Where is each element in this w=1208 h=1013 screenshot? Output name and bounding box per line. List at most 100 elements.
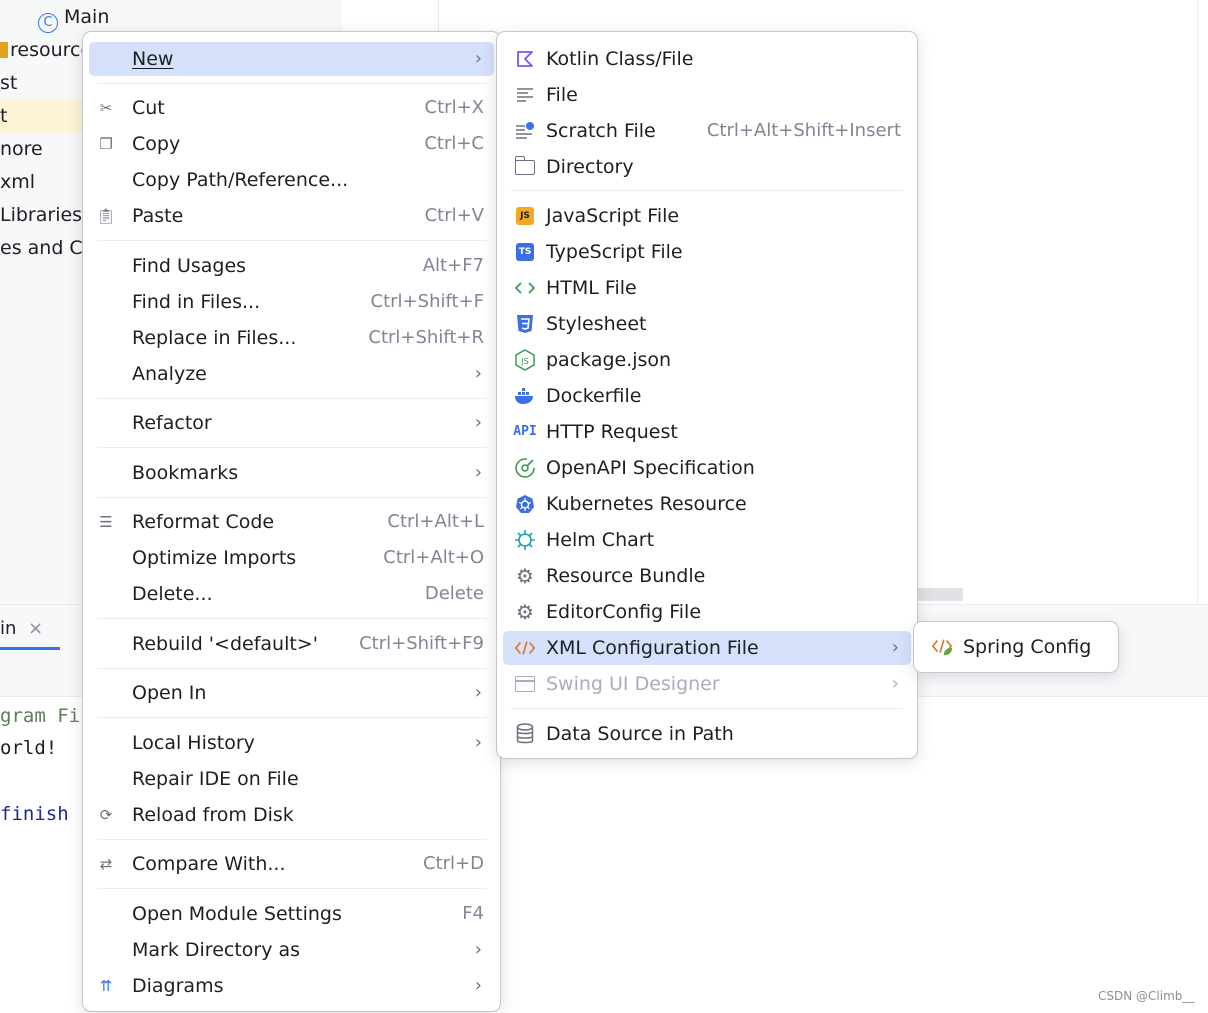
menu-item-helm-chart[interactable]: Helm Chart [503,523,911,557]
run-tab[interactable]: in [0,612,16,646]
menu-item-shortcut: Ctrl+D [423,853,484,874]
menu-item-javascript-file[interactable]: JS JavaScript File [503,199,911,233]
watermark: CSDN @Climb__ [1098,989,1195,1003]
menu-item-repair-ide[interactable]: Repair IDE on File [89,762,494,796]
gear-icon: ⚙ [516,600,534,624]
menu-item-new[interactable]: New › [89,42,494,76]
menu-item-stylesheet[interactable]: Stylesheet [503,307,911,341]
menu-item-label: Find Usages [132,255,247,277]
menu-item-mark-directory-as[interactable]: Mark Directory as › [89,933,494,967]
tree-item-label: nore [0,138,43,160]
menu-item-directory[interactable]: Directory [503,150,911,184]
menu-item-http-request[interactable]: API HTTP Request [503,415,911,449]
menu-item-open-in[interactable]: Open In › [89,676,494,710]
menu-item-label: Paste [132,205,184,227]
css-icon [514,313,536,335]
menu-item-label: EditorConfig File [546,601,702,623]
menu-item-diagrams[interactable]: ⇈ Diagrams › [89,969,494,1003]
menu-item-replace-in-files[interactable]: Replace in Files... Ctrl+Shift+R [89,321,494,355]
menu-item-label: package.json [546,349,672,371]
menu-item-analyze[interactable]: Analyze › [89,357,494,391]
menu-item-shortcut: Ctrl+C [424,133,484,154]
run-tab-underline [0,647,60,650]
menu-item-kotlin-class[interactable]: Kotlin Class/File [503,42,911,76]
reload-icon: ⟳ [99,806,113,824]
menu-item-local-history[interactable]: Local History › [89,726,494,760]
menu-item-copy[interactable]: ❐ Copy Ctrl+C [89,127,494,161]
menu-item-label: TypeScript File [546,241,683,263]
menu-item-label: Swing UI Designer [546,673,720,695]
menu-separator [97,618,487,619]
menu-item-label: Delete... [132,583,213,605]
menu-item-rebuild[interactable]: Rebuild '<default>' Ctrl+Shift+F9 [89,627,494,661]
menu-item-html-file[interactable]: HTML File [503,271,911,305]
menu-item-label: Dockerfile [546,385,642,407]
menu-separator [97,83,487,84]
menu-item-label: Reformat Code [132,511,275,533]
spring-config-icon [931,636,953,658]
tree-item-label: es and Co [0,237,95,259]
menu-item-label: Diagrams [132,975,224,997]
menu-item-shortcut: Ctrl+Shift+F [370,291,484,312]
menu-item-shortcut: Ctrl+Shift+R [368,327,484,348]
tree-item-main[interactable]: C Main [38,1,109,34]
menu-item-reload-from-disk[interactable]: ⟳ Reload from Disk [89,798,494,832]
menu-item-label: Analyze [132,363,207,385]
menu-item-editorconfig-file[interactable]: ⚙ EditorConfig File [503,595,911,629]
openapi-icon [514,457,536,479]
close-icon[interactable]: × [28,612,43,646]
tree-item[interactable]: st [0,67,17,100]
menu-item-optimize-imports[interactable]: Optimize Imports Ctrl+Alt+O [89,541,494,575]
tree-item[interactable]: nore [0,133,43,166]
menu-item-label: Open Module Settings [132,903,342,925]
menu-item-shortcut: Ctrl+V [424,205,484,226]
menu-item-open-module-settings[interactable]: Open Module Settings F4 [89,897,494,931]
menu-item-resource-bundle[interactable]: ⚙ Resource Bundle [503,559,911,593]
menu-item-delete[interactable]: Delete... Delete [89,577,494,611]
menu-item-label: Find in Files... [132,291,261,313]
tree-item-resources[interactable]: resource [0,34,92,67]
menu-item-cut[interactable]: ✂ Cut Ctrl+X [89,91,494,125]
context-menu: New › ✂ Cut Ctrl+X ❐ Copy Ctrl+C Copy Pa… [82,31,501,1012]
tree-item[interactable]: xml [0,166,35,199]
menu-separator [511,708,903,709]
menu-item-xml-configuration-file[interactable]: XML Configuration File › [503,631,911,665]
menu-item-shortcut: Ctrl+Alt+Shift+Insert [706,120,901,141]
menu-item-dockerfile[interactable]: Dockerfile [503,379,911,413]
menu-item-package-json[interactable]: JS package.json [503,343,911,377]
menu-item-shortcut: Delete [424,583,484,604]
menu-separator [97,668,487,669]
tree-item-label: st [0,72,18,94]
menu-item-reformat-code[interactable]: ☰ Reformat Code Ctrl+Alt+L [89,505,494,539]
menu-item-bookmarks[interactable]: Bookmarks › [89,456,494,490]
menu-item-typescript-file[interactable]: TS TypeScript File [503,235,911,269]
editor-right-divider [1197,0,1198,605]
kotlin-icon [514,48,536,70]
xml-icon [514,637,536,659]
helm-icon [514,529,536,551]
menu-item-label: HTML File [546,277,637,299]
menu-item-label: Optimize Imports [132,547,297,569]
menu-item-openapi-specification[interactable]: OpenAPI Specification [503,451,911,485]
tree-item-selected[interactable]: t [0,100,82,133]
menu-item-file[interactable]: File [503,78,911,112]
menu-item-copy-path[interactable]: Copy Path/Reference... [89,163,494,197]
tree-item-external-libraries[interactable]: Libraries [0,199,82,232]
menu-item-kubernetes-resource[interactable]: Kubernetes Resource [503,487,911,521]
menu-item-label: Kotlin Class/File [546,48,694,70]
menu-item-label: Directory [546,156,634,178]
menu-item-find-in-files[interactable]: Find in Files... Ctrl+Shift+F [89,285,494,319]
tree-item-scratches[interactable]: es and Co [0,232,94,265]
menu-item-data-source-in-path[interactable]: Data Source in Path [503,717,911,751]
menu-item-paste[interactable]: 📋︎ Paste Ctrl+V [89,199,494,233]
menu-item-label: Replace in Files... [132,327,297,349]
menu-item-find-usages[interactable]: Find Usages Alt+F7 [89,249,494,283]
menu-item-spring-config[interactable]: Spring Config [920,630,1112,664]
menu-item-label: Stylesheet [546,313,647,335]
menu-item-refactor[interactable]: Refactor › [89,406,494,440]
menu-item-scratch-file[interactable]: Scratch File Ctrl+Alt+Shift+Insert [503,114,911,148]
menu-item-compare-with[interactable]: ⇄ Compare With... Ctrl+D [89,847,494,881]
api-icon: API [513,424,537,439]
menu-item-label: Data Source in Path [546,723,734,745]
menu-item-shortcut: F4 [462,903,484,924]
